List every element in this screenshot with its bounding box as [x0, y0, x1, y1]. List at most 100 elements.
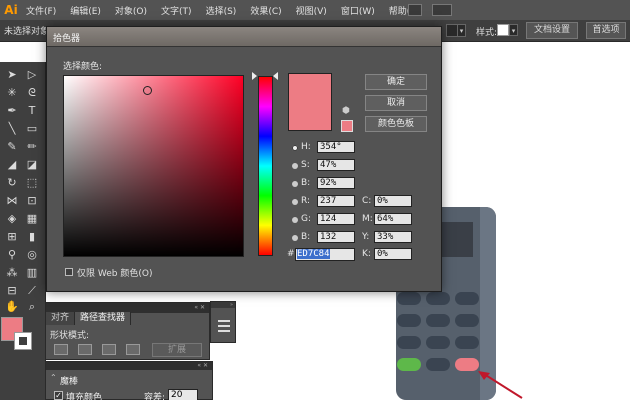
saturation-brightness-field[interactable]: [63, 75, 244, 257]
panel-collapse-icon[interactable]: »: [211, 302, 235, 308]
radio-brightness[interactable]: [292, 181, 298, 187]
hex-value: ED7C84: [297, 249, 330, 259]
eyedropper-tool-icon[interactable]: ⚲: [4, 248, 20, 262]
unite-icon[interactable]: [54, 344, 68, 355]
type-tool-icon[interactable]: T: [24, 104, 40, 118]
magic-wand-tool-icon[interactable]: ✳: [4, 86, 20, 100]
stroke-color-swatch[interactable]: [14, 332, 32, 350]
menu-window[interactable]: 窗口(W): [337, 4, 379, 17]
blob-brush-tool-icon[interactable]: ◢: [4, 158, 20, 172]
tab-pathfinder[interactable]: 路径查找器: [75, 312, 132, 325]
magenta-input[interactable]: 64%: [374, 213, 412, 225]
direct-selection-tool-icon[interactable]: ▷: [24, 68, 40, 82]
red-input[interactable]: 237: [317, 195, 355, 207]
artboard-tool-icon[interactable]: ⊟: [4, 284, 20, 298]
keypad-key: [455, 314, 479, 327]
gradient-tool-icon[interactable]: ▮: [24, 230, 40, 244]
menu-select[interactable]: 选择(S): [202, 4, 241, 17]
saturation-label: S:: [301, 160, 310, 170]
selected-color-preview: [288, 73, 332, 131]
rotate-tool-icon[interactable]: ↻: [4, 176, 20, 190]
symbol-sprayer-tool-icon[interactable]: ⁂: [4, 266, 20, 280]
exclude-icon[interactable]: [126, 344, 140, 355]
scale-tool-icon[interactable]: ⬚: [24, 176, 40, 190]
panel-collapse-icon[interactable]: « ✕: [46, 362, 212, 370]
style-label: 样式:: [476, 28, 498, 38]
web-colors-only-checkbox[interactable]: [65, 268, 73, 276]
preferences-button[interactable]: 首选项: [586, 22, 626, 39]
perspective-grid-tool-icon[interactable]: ▦: [24, 212, 40, 226]
blend-tool-icon[interactable]: ◎: [24, 248, 40, 262]
color-cursor[interactable]: [143, 86, 152, 95]
style-dropdown-icon[interactable]: ▾: [509, 24, 518, 36]
graph-tool-icon[interactable]: ▥: [24, 266, 40, 280]
shape-builder-tool-icon[interactable]: ◈: [4, 212, 20, 226]
tolerance-input[interactable]: 20: [168, 389, 198, 400]
yellow-input[interactable]: 33%: [374, 231, 412, 243]
document-setup-button[interactable]: 文档设置: [526, 22, 578, 39]
radio-saturation[interactable]: [292, 163, 298, 169]
ok-button[interactable]: 确定: [365, 74, 427, 90]
annotation-arrow-icon: [478, 371, 523, 399]
cyan-input[interactable]: 0%: [374, 195, 412, 207]
dialog-title: 拾色器: [53, 34, 81, 44]
pen-tool-icon[interactable]: ✒: [4, 104, 20, 118]
green-input[interactable]: 124: [317, 213, 355, 225]
opacity-dropdown-icon[interactable]: ▾: [457, 24, 466, 37]
style-swatch[interactable]: [497, 24, 509, 36]
paintbrush-tool-icon[interactable]: ✎: [4, 140, 20, 154]
zoom-tool-icon[interactable]: ⌕: [24, 300, 40, 314]
rectangle-tool-icon[interactable]: ▭: [24, 122, 40, 136]
radio-hue[interactable]: [292, 145, 298, 151]
brightness-input[interactable]: 92%: [317, 177, 355, 189]
blue-input[interactable]: 132: [317, 231, 355, 243]
radio-red[interactable]: [292, 199, 298, 205]
minus-front-icon[interactable]: [78, 344, 92, 355]
mesh-tool-icon[interactable]: ⊞: [4, 230, 20, 244]
intersect-icon[interactable]: [102, 344, 116, 355]
pencil-tool-icon[interactable]: ✏: [24, 140, 40, 154]
menu-view[interactable]: 视图(V): [292, 4, 331, 17]
panel-tabs: 对齐 路径查找器: [46, 312, 132, 325]
menu-type[interactable]: 文字(T): [157, 4, 196, 17]
selection-tool-icon[interactable]: ➤: [4, 68, 20, 82]
lasso-tool-icon[interactable]: ᘓ: [24, 86, 40, 100]
saturation-input[interactable]: 47%: [317, 159, 355, 171]
cancel-button[interactable]: 取消: [365, 95, 427, 111]
free-transform-tool-icon[interactable]: ⊡: [24, 194, 40, 208]
fill-color-checkbox[interactable]: ✓: [54, 391, 63, 400]
panel-options-icon[interactable]: ⌃: [50, 373, 57, 382]
hue-slider-arrow-right-icon[interactable]: [273, 72, 278, 80]
menu-object[interactable]: 对象(O): [111, 4, 151, 17]
radio-green[interactable]: [292, 217, 298, 223]
menu-file[interactable]: 文件(F): [22, 4, 60, 17]
bridge-icon[interactable]: [408, 4, 422, 16]
workspace-arrange-icon[interactable]: [432, 4, 452, 16]
color-swatches-button[interactable]: 颜色色板: [365, 116, 427, 132]
eraser-tool-icon[interactable]: ◪: [24, 158, 40, 172]
keypad-key: [455, 292, 479, 305]
menu-effect[interactable]: 效果(C): [246, 4, 285, 17]
hue-input[interactable]: 354°: [317, 141, 355, 153]
web-safe-color-swatch[interactable]: [341, 120, 353, 132]
hue-slider[interactable]: [258, 76, 273, 256]
slice-tool-icon[interactable]: ⟋: [24, 284, 40, 298]
cube-icon: ⬢: [342, 106, 350, 116]
width-tool-icon[interactable]: ⋈: [4, 194, 20, 208]
radio-blue[interactable]: [292, 235, 298, 241]
hand-tool-icon[interactable]: ✋: [4, 300, 20, 314]
green-label: G:: [301, 214, 312, 224]
tab-align[interactable]: 对齐: [46, 312, 76, 325]
hue-slider-arrow-left-icon[interactable]: [252, 72, 257, 80]
panel-menu-icon[interactable]: [218, 320, 230, 322]
hue-label: H:: [301, 142, 311, 152]
keypad-key: [426, 292, 450, 305]
expand-button[interactable]: 扩展: [152, 343, 202, 357]
line-tool-icon[interactable]: ╲: [4, 122, 20, 136]
black-input[interactable]: 0%: [374, 248, 412, 260]
dialog-titlebar[interactable]: 拾色器: [47, 27, 441, 47]
hex-input[interactable]: ED7C84: [295, 248, 355, 261]
keypad-key: [397, 292, 421, 305]
brightness-label: B:: [301, 178, 311, 188]
menu-edit[interactable]: 编辑(E): [66, 4, 105, 17]
